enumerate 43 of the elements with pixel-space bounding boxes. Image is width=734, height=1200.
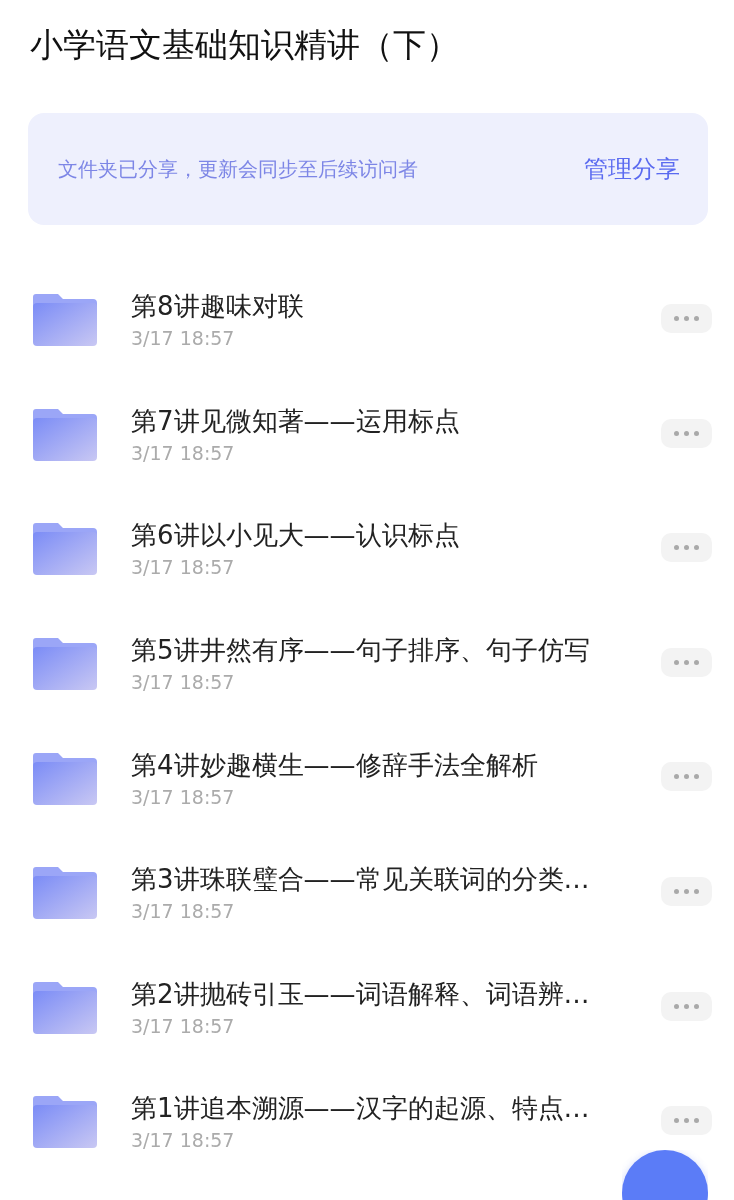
more-icon (674, 430, 699, 436)
folder-name[interactable]: 第5讲井然有序——句子排序、句子仿写 (131, 632, 734, 669)
more-button[interactable] (661, 647, 712, 677)
folder-date: 3/17 18:57 (131, 1128, 236, 1154)
more-button[interactable] (661, 876, 712, 906)
more-button[interactable] (661, 991, 712, 1021)
folder-name[interactable]: 第1讲追本溯源——汉字的起源、特点… (131, 1090, 734, 1127)
folder-icon (33, 1096, 97, 1149)
folder-icon (33, 981, 97, 1034)
more-button[interactable] (661, 1106, 712, 1136)
folder-date: 3/17 18:57 (131, 440, 236, 466)
folder-date: 3/17 18:57 (131, 784, 236, 810)
folder-date: 3/17 18:57 (131, 670, 236, 696)
more-button[interactable] (661, 304, 712, 333)
folder-icon (33, 408, 97, 461)
folder-icon (33, 752, 97, 805)
folder-name[interactable]: 第6讲以小见大——认识标点 (131, 517, 734, 554)
folder-name[interactable]: 第2讲抛砖引玉——词语解释、词语辨… (131, 975, 734, 1012)
folder-name[interactable]: 第3讲珠联璧合——常见关联词的分类… (131, 861, 734, 898)
folder-date: 3/17 18:57 (131, 326, 236, 352)
folder-icon (33, 523, 97, 576)
share-message: 文件夹已分享，更新会同步至后续访问者 (58, 155, 418, 183)
more-button[interactable] (661, 418, 712, 448)
folder-date: 3/17 18:57 (131, 1013, 236, 1039)
folder-icon (33, 638, 97, 691)
folder-name[interactable]: 第8讲趣味对联 (131, 288, 734, 325)
folder-date: 3/17 18:57 (131, 555, 236, 581)
more-icon (674, 659, 699, 665)
folder-name[interactable]: 第7讲见微知著——运用标点 (131, 402, 734, 439)
manage-share-link[interactable]: 管理分享 (584, 153, 680, 185)
more-icon (674, 1118, 699, 1124)
more-icon (674, 888, 699, 894)
folder-icon (33, 294, 97, 347)
more-icon (674, 774, 699, 780)
more-icon (674, 545, 699, 551)
more-button[interactable] (661, 762, 712, 792)
folder-icon (33, 867, 97, 920)
more-icon (674, 1003, 699, 1009)
page-title: 小学语文基础知识精讲（下） (30, 24, 460, 66)
folder-date: 3/17 18:57 (131, 899, 236, 925)
folder-name[interactable]: 第4讲妙趣横生——修辞手法全解析 (131, 746, 734, 783)
more-icon (674, 316, 699, 321)
more-button[interactable] (661, 533, 712, 563)
